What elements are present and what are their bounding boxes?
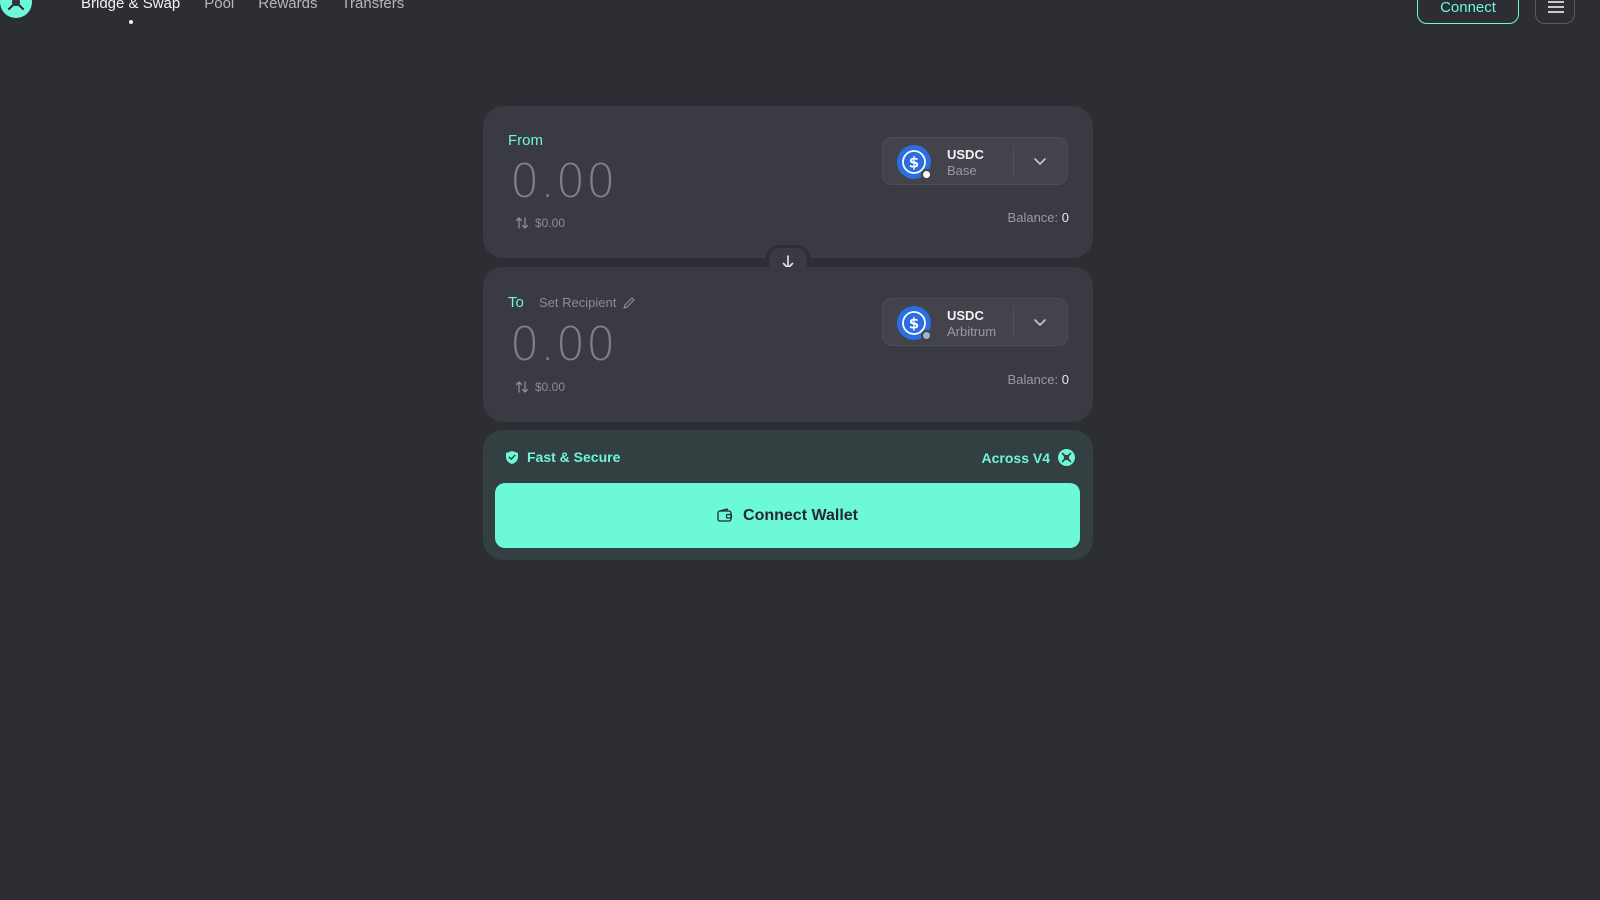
- to-panel: To Set Recipient 0.00 $0.00 $ USDC Arbit…: [483, 267, 1093, 422]
- to-token-select[interactable]: $ USDC Arbitrum: [882, 298, 1068, 346]
- from-label: From: [508, 132, 543, 149]
- hamburger-icon-line: [1548, 11, 1564, 13]
- from-usd-value[interactable]: $0.00: [515, 216, 565, 230]
- from-amount-input[interactable]: 0.00: [510, 154, 616, 208]
- fast-secure-badge: Fast & Secure: [505, 449, 620, 465]
- svg-text:$: $: [909, 154, 919, 172]
- balance-value: 0: [1061, 372, 1069, 387]
- swap-units-icon: [515, 217, 529, 229]
- connect-wallet-button[interactable]: Connect Wallet: [495, 483, 1080, 548]
- fast-secure-label: Fast & Secure: [527, 449, 621, 465]
- nav-item-label: Rewards: [258, 0, 318, 12]
- from-usd-text: $0.00: [535, 216, 566, 230]
- shield-check-icon: [506, 450, 518, 464]
- nav-item-label: Bridge & Swap: [81, 0, 181, 12]
- to-token-symbol: USDC: [947, 308, 984, 323]
- nav-item-transfers[interactable]: Transfers: [341, 0, 404, 14]
- nav-item-label: Pool: [204, 0, 235, 12]
- connect-wallet-label: Connect Wallet: [743, 506, 858, 524]
- token-divider: [1013, 307, 1014, 339]
- base-chain-badge-icon: [921, 169, 932, 180]
- usdc-icon: $: [897, 145, 932, 180]
- hamburger-icon-line: [1548, 6, 1564, 8]
- svg-text:$: $: [909, 315, 919, 333]
- nav-item-label: Transfers: [341, 0, 405, 12]
- to-token-chain: Arbitrum: [947, 324, 997, 339]
- token-divider: [1013, 146, 1014, 178]
- swap-units-icon: [515, 381, 529, 393]
- from-balance: Balance: 0: [1008, 210, 1069, 225]
- hamburger-icon: [1548, 1, 1564, 3]
- provider-badge: Across V4: [982, 449, 1075, 466]
- pencil-icon: [623, 296, 635, 309]
- wallet-icon: [717, 508, 733, 522]
- across-logo-icon[interactable]: [0, 0, 32, 18]
- balance-label: Balance:: [1007, 210, 1059, 225]
- across-logo-icon: [1058, 449, 1075, 466]
- from-panel: From 0.00 $0.00 $ USDC Base Balance: 0: [483, 106, 1093, 258]
- from-token-select[interactable]: $ USDC Base: [882, 137, 1068, 185]
- hamburger-menu-button[interactable]: [1535, 0, 1575, 24]
- set-recipient-button[interactable]: Set Recipient: [539, 295, 636, 310]
- arbitrum-chain-badge-icon: [921, 330, 932, 341]
- from-token-chain: Base: [947, 163, 977, 178]
- to-amount-output: 0.00: [510, 317, 617, 371]
- to-label: To: [508, 294, 524, 311]
- balance-value: 0: [1061, 210, 1069, 225]
- chevron-down-icon: [1034, 158, 1046, 166]
- connect-button[interactable]: Connect: [1417, 0, 1519, 24]
- to-usd-text: $0.00: [535, 380, 566, 394]
- to-usd-value[interactable]: $0.00: [515, 380, 565, 394]
- nav-item-bridge-swap[interactable]: Bridge & Swap: [81, 0, 181, 24]
- nav-item-rewards[interactable]: Rewards: [258, 0, 317, 14]
- balance-label: Balance:: [1007, 372, 1059, 387]
- bridge-summary-card: Fast & Secure Across V4 Connect Wallet: [483, 430, 1093, 560]
- main-nav: Bridge & Swap Pool Rewards Transfers: [81, 0, 428, 24]
- active-nav-dot: [128, 20, 133, 24]
- chevron-down-icon: [1034, 319, 1046, 327]
- top-bar: Bridge & Swap Pool Rewards Transfers Con…: [0, 0, 1600, 40]
- to-balance: Balance: 0: [1008, 372, 1069, 387]
- usdc-icon: $: [897, 306, 932, 341]
- set-recipient-label: Set Recipient: [539, 295, 617, 310]
- provider-label: Across V4: [981, 449, 1050, 466]
- nav-item-pool[interactable]: Pool: [204, 0, 234, 14]
- from-token-symbol: USDC: [947, 147, 984, 162]
